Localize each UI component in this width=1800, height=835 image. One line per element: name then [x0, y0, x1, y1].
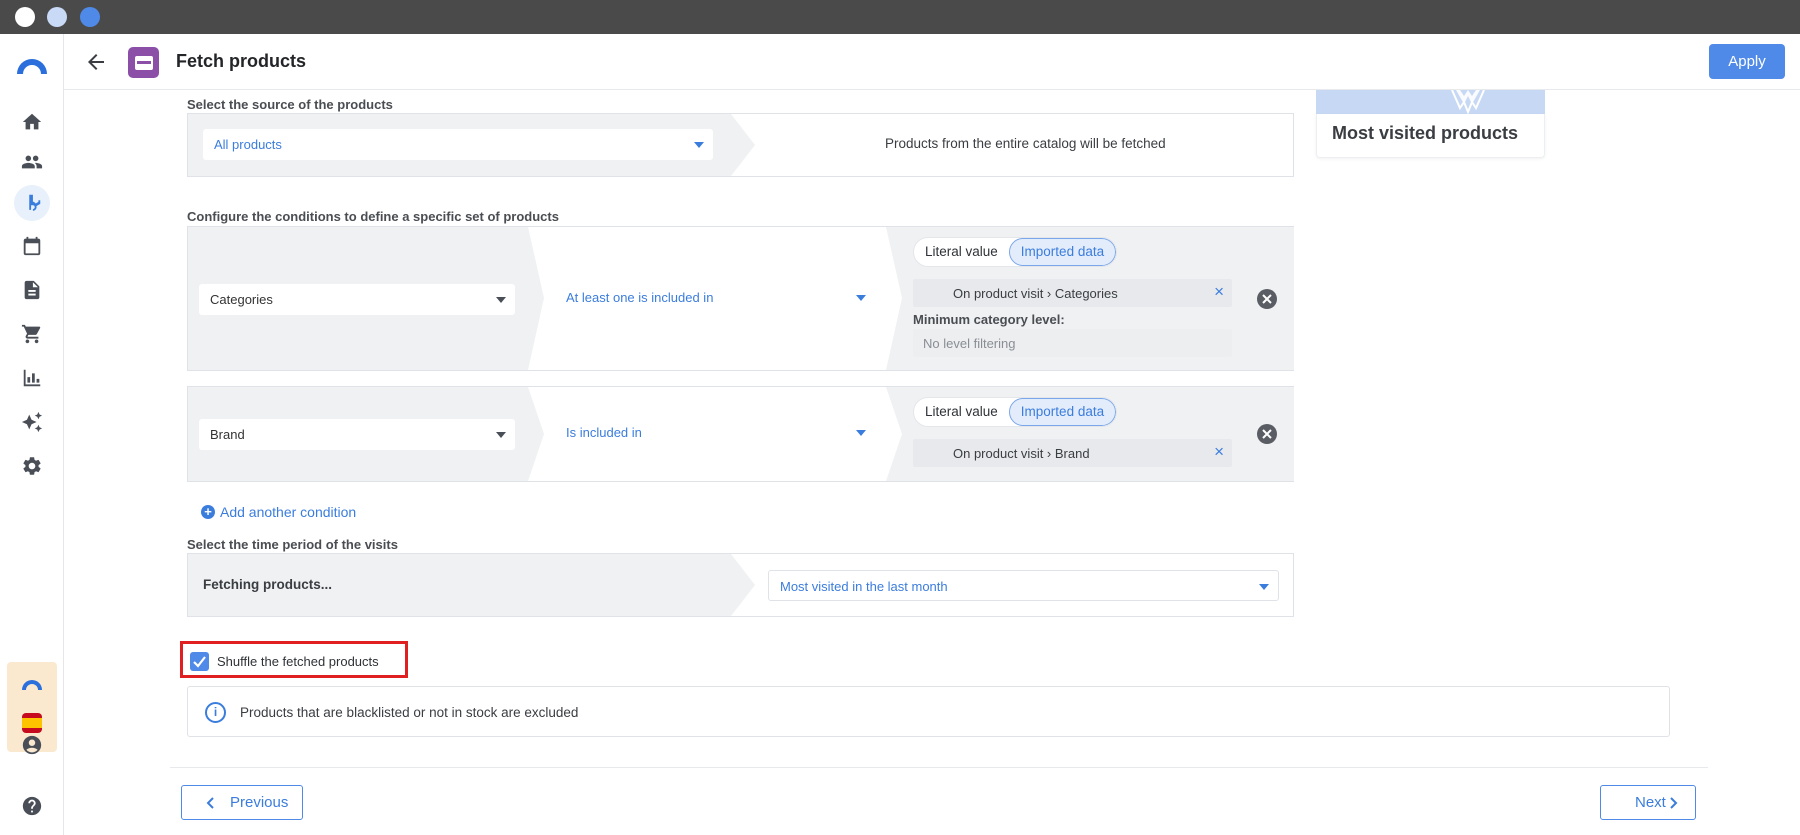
previous-button[interactable]: Previous	[181, 785, 303, 820]
condition-field-select[interactable]: Categories	[199, 284, 515, 315]
apply-button[interactable]: Apply	[1709, 44, 1785, 79]
literal-value-option[interactable]: Literal value	[914, 398, 1009, 426]
next-button[interactable]: Next	[1600, 785, 1696, 820]
source-select[interactable]: All products	[203, 129, 713, 160]
time-period-panel: Fetching products... Most visited in the…	[187, 553, 1294, 617]
cart-icon[interactable]	[14, 316, 50, 352]
arrow-divider	[886, 387, 902, 481]
arrow-divider	[731, 554, 755, 616]
shuffle-option: Shuffle the fetched products	[180, 641, 408, 678]
fetch-products-badge-icon	[128, 47, 159, 78]
min-level-label: Minimum category level:	[913, 312, 1065, 327]
remove-chip-icon[interactable]: ×	[1214, 282, 1224, 302]
sparkle-icon[interactable]	[14, 404, 50, 440]
source-section-label: Select the source of the products	[187, 97, 393, 112]
workspace-logo-icon	[22, 680, 42, 690]
document-icon[interactable]	[14, 272, 50, 308]
remove-condition-icon[interactable]	[1257, 289, 1277, 309]
preview-card-image	[1316, 89, 1545, 115]
time-period-section-label: Select the time period of the visits	[187, 537, 398, 552]
value-type-toggle: Literal value Imported data	[913, 237, 1118, 267]
bar-chart-icon[interactable]	[14, 360, 50, 396]
info-banner: i Products that are blacklisted or not i…	[187, 686, 1670, 737]
window-minimize-button[interactable]	[47, 7, 67, 27]
workflow-icon[interactable]	[14, 185, 50, 221]
people-icon[interactable]	[14, 144, 50, 180]
remove-condition-icon[interactable]	[1257, 424, 1277, 444]
window-titlebar	[0, 0, 1800, 34]
condition-row: Brand Is included in Literal value Impor…	[187, 386, 1294, 482]
sidebar	[0, 34, 64, 835]
home-icon[interactable]	[14, 104, 50, 140]
page-title: Fetch products	[176, 51, 307, 71]
info-text: Products that are blacklisted or not in …	[240, 705, 579, 720]
info-icon: i	[205, 702, 226, 723]
condition-operator-select[interactable]: At least one is included in	[566, 290, 876, 310]
add-circle-icon: +	[201, 505, 215, 519]
arrow-divider	[731, 114, 755, 176]
account-icon[interactable]	[14, 727, 50, 763]
shuffle-label[interactable]: Shuffle the fetched products	[217, 654, 379, 669]
value-type-toggle: Literal value Imported data	[913, 397, 1118, 427]
min-level-field[interactable]: No level filtering	[913, 329, 1232, 357]
add-condition-button[interactable]: + Add another condition	[201, 504, 356, 520]
source-description: Products from the entire catalog will be…	[885, 136, 1166, 151]
arrow-divider	[886, 227, 902, 370]
shuffle-checkbox[interactable]	[190, 652, 209, 671]
condition-row: Categories At least one is included in L…	[187, 226, 1294, 371]
value-chip[interactable]: On product visit › Brand ×	[913, 439, 1232, 467]
window-maximize-button[interactable]	[80, 7, 100, 27]
value-chip[interactable]: On product visit › Categories ×	[913, 279, 1232, 307]
source-panel: All products Products from the entire ca…	[187, 113, 1294, 177]
medal-icon	[1451, 89, 1485, 115]
imported-data-option[interactable]: Imported data	[1008, 398, 1117, 426]
arrow-divider	[528, 227, 544, 370]
window-close-button[interactable]	[15, 7, 35, 27]
fetching-products-text: Fetching products...	[203, 577, 333, 592]
calendar-icon[interactable]	[14, 228, 50, 264]
gear-icon[interactable]	[14, 448, 50, 484]
condition-field-select[interactable]: Brand	[199, 419, 515, 450]
conditions-section-label: Configure the conditions to define a spe…	[187, 209, 559, 224]
brand-logo-icon[interactable]	[15, 52, 49, 78]
page-header: Fetch products Apply	[64, 34, 1800, 90]
preview-card[interactable]: Most visited products	[1316, 114, 1545, 158]
imported-data-option[interactable]: Imported data	[1008, 238, 1117, 266]
back-arrow-icon[interactable]	[84, 50, 108, 74]
help-icon[interactable]	[14, 788, 50, 824]
check-icon	[193, 656, 206, 668]
add-condition-label: Add another condition	[220, 504, 357, 520]
chevron-left-icon	[206, 797, 214, 809]
time-period-select[interactable]: Most visited in the last month	[768, 570, 1279, 601]
preview-card-title: Most visited products	[1332, 123, 1519, 143]
chevron-right-icon	[1670, 797, 1678, 809]
literal-value-option[interactable]: Literal value	[914, 238, 1009, 266]
remove-chip-icon[interactable]: ×	[1214, 442, 1224, 462]
condition-operator-select[interactable]: Is included in	[566, 425, 876, 445]
arrow-divider	[528, 387, 544, 481]
footer-divider	[170, 767, 1708, 768]
